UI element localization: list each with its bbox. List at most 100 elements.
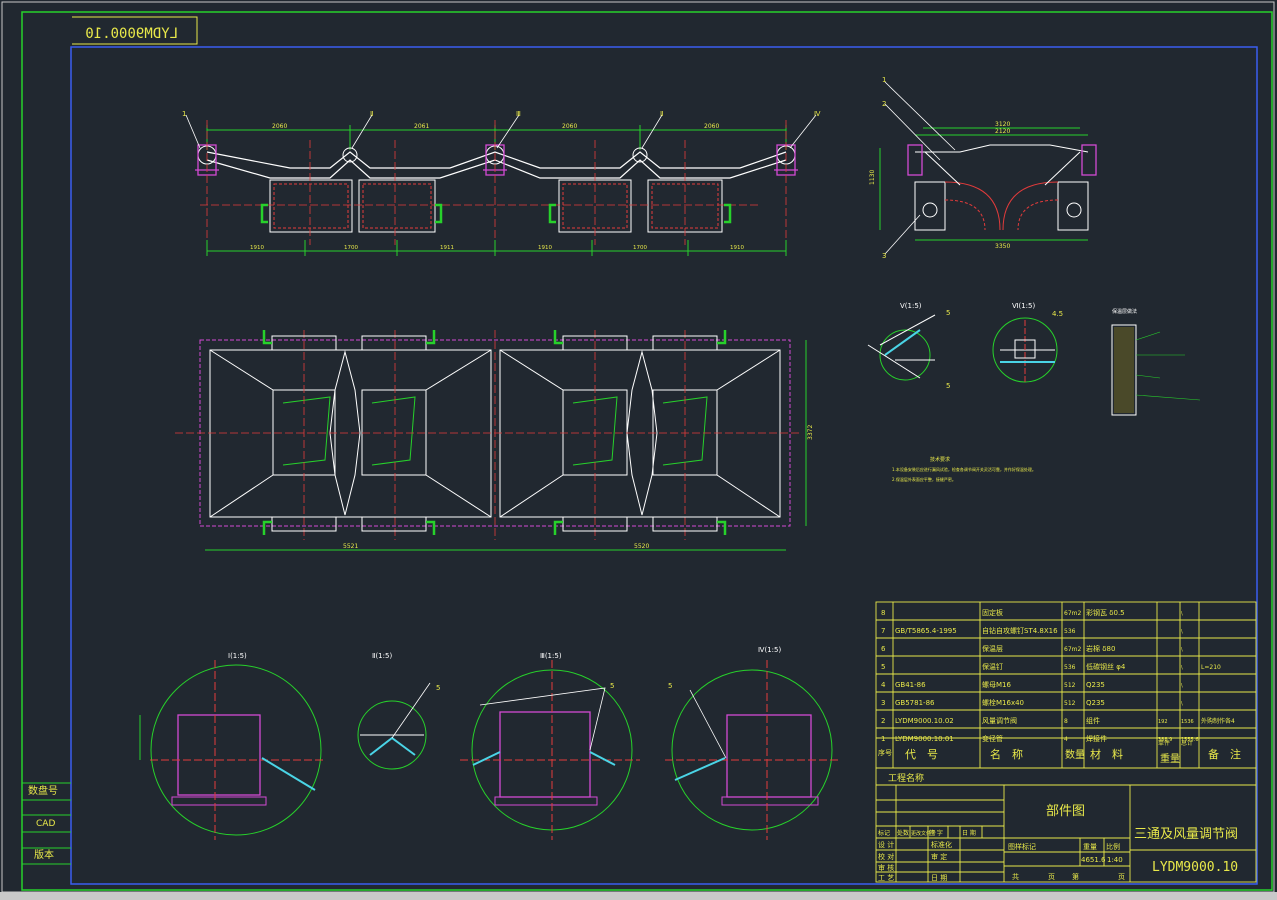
cad-drawing: LYDM9000.10 数盘号 CAD 版本 2060 2061 2060 20… [1,1,1275,893]
detail-2-title: Ⅱ(1:5) [372,652,392,660]
detail-vii-title: 保温层做法 [1112,308,1137,315]
tb-label-1: 校 对 [878,852,894,861]
tb-rev-3: 签 字 [929,829,943,837]
side-height: 1130 [869,170,876,185]
detail-2-weld: 5 [436,684,440,692]
tb-scale-2: 比例 [1106,842,1120,851]
bom-header-weight: 重量 [1160,752,1180,765]
bom-header-total: 总计 [1181,739,1193,747]
bom-cell-code: GB5781-86 [895,699,935,707]
dim-bot-3: 1910 [538,245,552,251]
bom-cell-name: 保温钉 [982,662,1003,671]
bom-cell-total: \ [1181,629,1183,635]
tb-rev-4: 日 期 [962,829,976,837]
dim-bot-4: 1700 [633,245,647,251]
project-label: 工程名称 [888,772,924,784]
bom-cell-name: 螺母M16 [982,680,1011,689]
tb-scale-0: 图样标记 [1008,842,1036,851]
dim-bot-5: 1910 [730,245,744,251]
bom-cell-qty: 67m2 [1064,610,1081,617]
side-label-0: 数盘号 [28,784,58,797]
side-dim-1: 2120 [995,128,1010,135]
detail-vii: 保温层做法 [1111,308,1201,416]
tb-label-0: 设 计 [878,840,894,849]
detail-1-title: Ⅰ(1:5) [228,652,247,660]
detail-1: Ⅰ(1:5) [139,652,325,840]
callout-1: Ⅱ [370,110,373,118]
dim-top-3: 2060 [704,123,719,130]
bom-cell-material: Q235 [1086,681,1105,689]
bom-cell-name: 固定板 [982,608,1003,617]
front-view: 2060 2061 2060 2060 1910 1700 1911 1910 … [182,110,821,256]
bom-header-no: 序号 [878,748,892,757]
dim-bot-2: 1911 [440,245,454,251]
bom-cell-material: Q235 [1086,699,1105,707]
detail-4-title: Ⅳ(1:5) [758,646,781,654]
bom-cell-material: 组件 [1086,716,1100,725]
detail-3-weld: 5 [610,682,614,690]
notes-title: 技术要求 [930,456,950,463]
detail-vi-title: Ⅵ(1:5) [1012,302,1035,310]
weld-5-b: 5 [946,382,950,390]
bom-cell-total: \ [1181,683,1183,689]
mirrored-number-text: LYDM9000.10 [85,26,178,42]
bom-cell-no: 1 [881,735,885,743]
bom-header-unit: 单件 [1158,739,1170,747]
bom-cell-material: 低碳钢丝 φ4 [1086,662,1126,671]
side-view: 3120 2120 1130 3350 1 2 3 [869,76,1097,260]
detail-3: Ⅲ(1:5) 5 [460,652,640,840]
bom-cell-qty: 67m2 [1064,646,1081,653]
bom-cell-material: 岩棉 δ80 [1086,644,1115,653]
plan-width-1: 5520 [634,543,649,550]
bom-cell-qty: 536 [1064,628,1076,635]
dim-top-1: 2061 [414,123,429,130]
bom-cell-total: \ [1181,647,1183,653]
side-callout-1: 1 [882,76,886,84]
side-width: 3350 [995,243,1010,250]
bom-cell-code: GB41-86 [895,681,926,689]
bom-cell-no: 2 [881,717,885,725]
tb-rev-1: 处数 [897,829,909,837]
bom-cell-material: 焊接件 [1086,734,1107,743]
bom-header-material: 材 料 [1090,747,1123,761]
plan-view: 3372 5521 5520 [175,330,814,551]
bom-cell-name: 变径管 [982,734,1003,743]
bom-cell-total: 1536 [1181,719,1194,725]
dim-bot-1: 1700 [344,245,358,251]
detail-4-weld: 5 [668,682,672,690]
bom-header-code: 代 号 [905,748,938,761]
bom-cell-no: 5 [881,663,885,671]
bom-cell-name: 保温层 [982,644,1003,653]
bom-cell-no: 7 [881,627,885,635]
tb-label2-2: 日 期 [931,874,947,882]
bom-header-qty: 数量 [1065,748,1085,761]
detail-2: Ⅱ(1:5) 5 [357,652,440,770]
bom-cell-qty: 8 [1064,718,1068,725]
bom-cell-code: LYDM9000.10.02 [895,717,954,725]
bolt-label: 4.5 [1052,310,1063,318]
bom-cell-total: \ [1181,701,1183,707]
weld-5-a: 5 [946,309,950,317]
drawing-name: 三通及风量调节阀 [1134,827,1238,842]
bom-cell-qty: 4 [1064,736,1068,743]
tb-label-2: 审 核 [878,863,894,872]
detail-3-title: Ⅲ(1:5) [540,652,562,660]
tb-sheet-2: 第 [1072,872,1079,881]
bom-cell-qty: 536 [1064,664,1076,671]
tb-label2-0: 标准化 [931,840,952,849]
mirrored-number-box: LYDM9000.10 [72,16,198,45]
bom-cell-name: 风量调节阀 [982,716,1017,725]
bom-cell-material: 彩钢瓦 δ0.5 [1086,608,1125,617]
bom-cell-unit: 192 [1158,719,1168,725]
tb-label2-1: 审 定 [931,852,947,861]
tb-scale: 1:40 [1107,856,1123,864]
drawing-number: LYDM9000.10 [1152,860,1238,875]
side-callout-2: 2 [882,100,886,108]
bom-cell-no: 6 [881,645,886,653]
bom-cell-note: L=210 [1201,664,1221,671]
bom-header-name: 名 称 [990,747,1023,761]
bom-cell-no: 4 [881,681,886,689]
tb-rev-0: 标记 [878,829,890,837]
dim-top-2: 2060 [562,123,577,130]
bom-cell-note: 外购制作各4 [1201,717,1235,725]
